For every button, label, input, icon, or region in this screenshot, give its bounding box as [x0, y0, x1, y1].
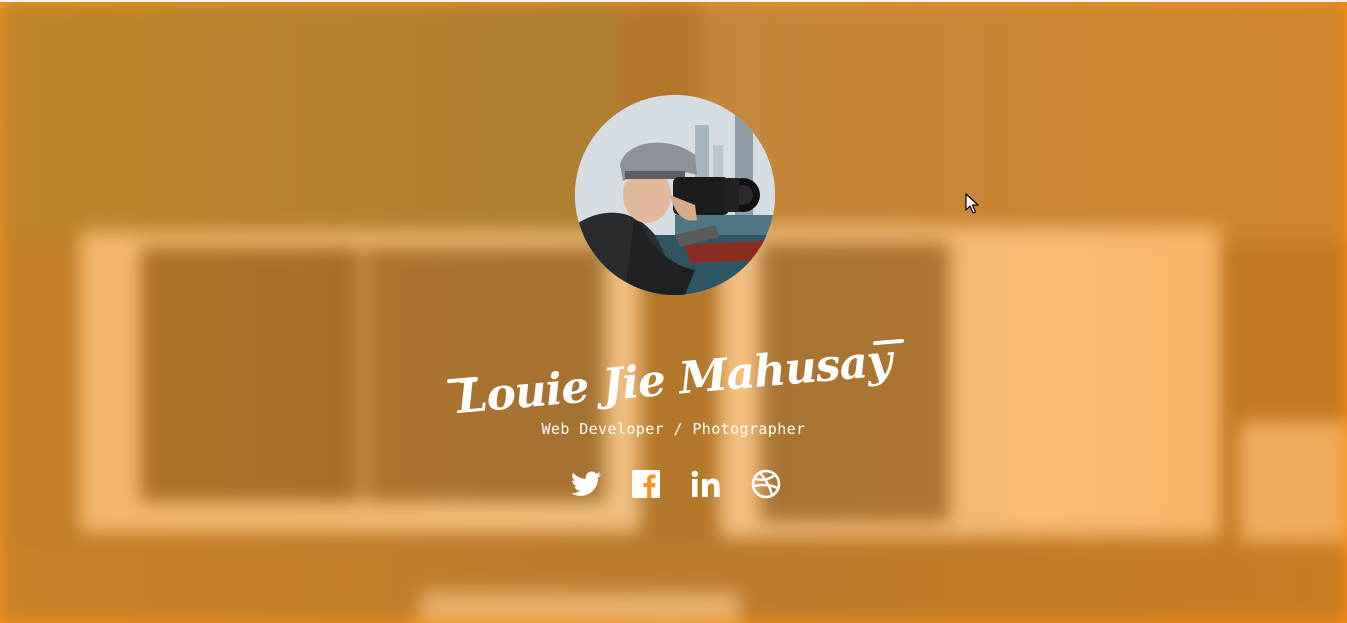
mouse-cursor-icon [965, 193, 979, 220]
name-heading-row: Louie Jie Mahusay [0, 324, 1347, 424]
page: Louie Jie Mahusay Web Developer / Photog… [0, 0, 1347, 623]
facebook-icon [632, 470, 660, 498]
photographer-portrait-image [575, 95, 775, 295]
hero-section: Louie Jie Mahusay Web Developer / Photog… [0, 2, 1347, 623]
twitter-icon [571, 471, 601, 496]
top-border [0, 0, 1347, 2]
dribbble-link[interactable] [748, 466, 784, 502]
linkedin-link[interactable] [688, 466, 724, 502]
dribbble-icon [751, 469, 781, 499]
avatar [575, 95, 775, 295]
profile-name: Louie Jie Mahusay [454, 335, 894, 424]
profile-subtitle: Web Developer / Photographer [541, 420, 806, 438]
twitter-link[interactable] [568, 466, 604, 502]
linkedin-icon [691, 470, 720, 497]
social-links [568, 466, 784, 502]
profile-card: Louie Jie Mahusay Web Developer / Photog… [0, 2, 1347, 623]
facebook-link[interactable] [628, 466, 664, 502]
